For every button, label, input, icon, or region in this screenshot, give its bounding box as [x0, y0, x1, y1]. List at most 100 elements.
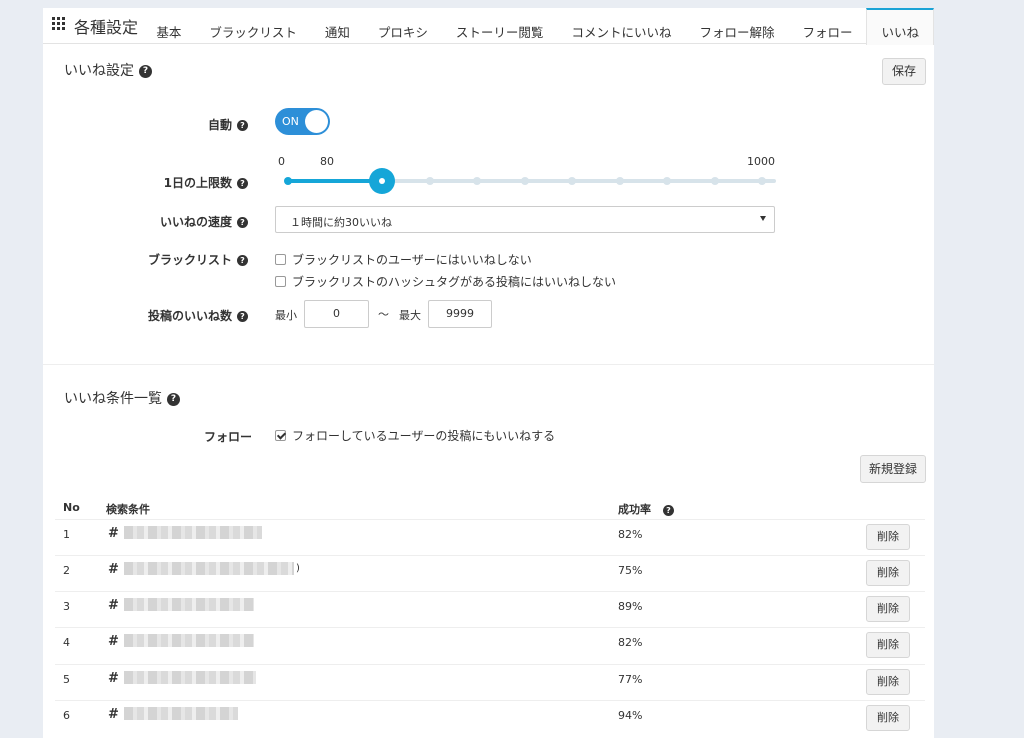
like-settings-heading: いいね設定? — [64, 60, 152, 80]
tab-basic[interactable]: 基本 — [142, 8, 195, 44]
help-icon[interactable]: ? — [237, 178, 248, 189]
caret-down-icon — [760, 216, 766, 221]
delete-button[interactable]: 削除 — [866, 705, 910, 731]
column-header-criteria: 検索条件 — [106, 503, 150, 516]
conditions-title: いいね条件一覧 — [64, 391, 162, 407]
help-icon[interactable]: ? — [237, 311, 248, 322]
help-icon[interactable]: ? — [237, 255, 248, 266]
speed-label: いいねの速度 — [159, 215, 232, 229]
speed-select[interactable]: １時間に約30いいね — [275, 206, 775, 233]
post-likes-label-row: 投稿のいいね数? — [148, 307, 248, 324]
auto-toggle[interactable]: ON — [275, 108, 330, 135]
auto-label: 自動 — [207, 118, 232, 132]
slider-step — [711, 177, 719, 185]
min-likes-input[interactable]: 0 — [304, 300, 369, 328]
success-rate: 94% — [618, 709, 643, 722]
settings-panel: 各種設定 基本 ブラックリスト 通知 プロキシ ストーリー閲覧 コメントにいいね… — [43, 8, 934, 738]
help-icon[interactable]: ? — [237, 120, 248, 131]
help-icon[interactable]: ? — [663, 504, 674, 516]
table-row: 6 # 94% 削除 — [55, 700, 925, 736]
slider-fill — [288, 179, 382, 183]
criteria-suffix: ) — [296, 563, 300, 574]
blacklist-label-row: ブラックリスト? — [148, 251, 248, 268]
new-register-button[interactable]: 新規登録 — [860, 455, 926, 483]
top-bar: 各種設定 基本 ブラックリスト 通知 プロキシ ストーリー閲覧 コメントにいいね… — [43, 8, 934, 45]
hashtag-icon: # — [108, 598, 119, 613]
slider-value-label: 80 — [320, 155, 334, 168]
rate-header-label: 成功率 — [618, 503, 651, 516]
delete-button[interactable]: 削除 — [866, 669, 910, 695]
row-number: 6 — [63, 709, 70, 722]
toggle-state: ON — [282, 115, 299, 128]
speed-selected: １時間に約30いいね — [290, 216, 392, 229]
redacted-criteria — [124, 671, 256, 684]
checkbox[interactable] — [275, 253, 286, 265]
row-number: 1 — [63, 528, 70, 541]
follow-label: フォロー — [203, 430, 252, 444]
tab-story-view[interactable]: ストーリー閲覧 — [442, 8, 558, 44]
row-number: 5 — [63, 673, 70, 686]
slider-step — [568, 177, 576, 185]
follow-option[interactable]: フォローしているユーザーの投稿にもいいねする — [275, 428, 556, 443]
checkbox-label: フォローしているユーザーの投稿にもいいねする — [292, 428, 556, 443]
max-label: 最大 — [399, 309, 421, 322]
row-number: 3 — [63, 600, 70, 613]
tab-unfollow[interactable]: フォロー解除 — [685, 8, 788, 44]
tab-like[interactable]: いいね — [866, 8, 934, 45]
save-button[interactable]: 保存 — [882, 58, 926, 85]
range-separator: 〜 — [378, 308, 389, 321]
blacklist-hashtag-option[interactable]: ブラックリストのハッシュタグがある投稿にはいいねしない — [275, 274, 617, 289]
checkbox-label: ブラックリストのユーザーにはいいねしない — [292, 252, 532, 267]
delete-button[interactable]: 削除 — [866, 560, 910, 586]
success-rate: 82% — [618, 528, 643, 541]
table-row: 4 # 82% 削除 — [55, 627, 925, 663]
post-likes-label: 投稿のいいね数 — [147, 309, 232, 323]
redacted-criteria — [124, 562, 294, 575]
success-rate: 82% — [618, 636, 643, 649]
help-icon[interactable]: ? — [167, 392, 180, 406]
table-row: 3 # 89% 削除 — [55, 591, 925, 627]
row-number: 2 — [63, 564, 70, 577]
tab-follow[interactable]: フォロー — [788, 8, 866, 44]
help-icon[interactable]: ? — [237, 217, 248, 228]
slider-handle[interactable] — [369, 168, 395, 194]
hashtag-icon: # — [108, 562, 119, 577]
success-rate: 77% — [618, 673, 643, 686]
delete-button[interactable]: 削除 — [866, 596, 910, 622]
checkbox-label: ブラックリストのハッシュタグがある投稿にはいいねしない — [292, 274, 617, 289]
daily-limit-slider[interactable]: 0 80 1000 — [276, 152, 776, 194]
delete-button[interactable]: 削除 — [866, 632, 910, 658]
daily-limit-label-row: 1日の上限数? — [164, 174, 248, 191]
toggle-knob — [305, 110, 328, 133]
column-header-rate: 成功率? — [618, 501, 674, 517]
hashtag-icon: # — [108, 707, 119, 722]
slider-step — [426, 177, 434, 185]
delete-button[interactable]: 削除 — [866, 524, 910, 550]
tab-comment-like[interactable]: コメントにいいね — [557, 8, 685, 44]
row-number: 4 — [63, 636, 70, 649]
min-label: 最小 — [275, 309, 297, 322]
hashtag-icon: # — [108, 634, 119, 649]
speed-label-row: いいねの速度? — [160, 213, 248, 230]
tab-blacklist[interactable]: ブラックリスト — [195, 8, 311, 44]
settings-tabs: 基本 ブラックリスト 通知 プロキシ ストーリー閲覧 コメントにいいね フォロー… — [142, 8, 934, 45]
redacted-criteria — [124, 707, 238, 720]
max-likes-input[interactable]: 9999 — [428, 300, 492, 328]
tab-proxy[interactable]: プロキシ — [364, 8, 442, 44]
table-row: 2 # ) 75% 削除 — [55, 555, 925, 591]
slider-min-label: 0 — [278, 155, 285, 168]
success-rate: 89% — [618, 600, 643, 613]
page-title: 各種設定 — [74, 18, 139, 37]
tab-notification[interactable]: 通知 — [311, 8, 364, 44]
hashtag-icon: # — [108, 526, 119, 541]
slider-step — [521, 177, 529, 185]
slider-step — [663, 177, 671, 185]
checkbox[interactable] — [275, 429, 286, 441]
grid-menu-icon[interactable] — [52, 17, 65, 30]
slider-step — [473, 177, 481, 185]
help-icon[interactable]: ? — [139, 64, 152, 78]
blacklist-user-option[interactable]: ブラックリストのユーザーにはいいねしない — [275, 252, 532, 267]
daily-limit-label: 1日の上限数 — [163, 176, 232, 190]
checkbox[interactable] — [275, 275, 286, 287]
hashtag-icon: # — [108, 671, 119, 686]
